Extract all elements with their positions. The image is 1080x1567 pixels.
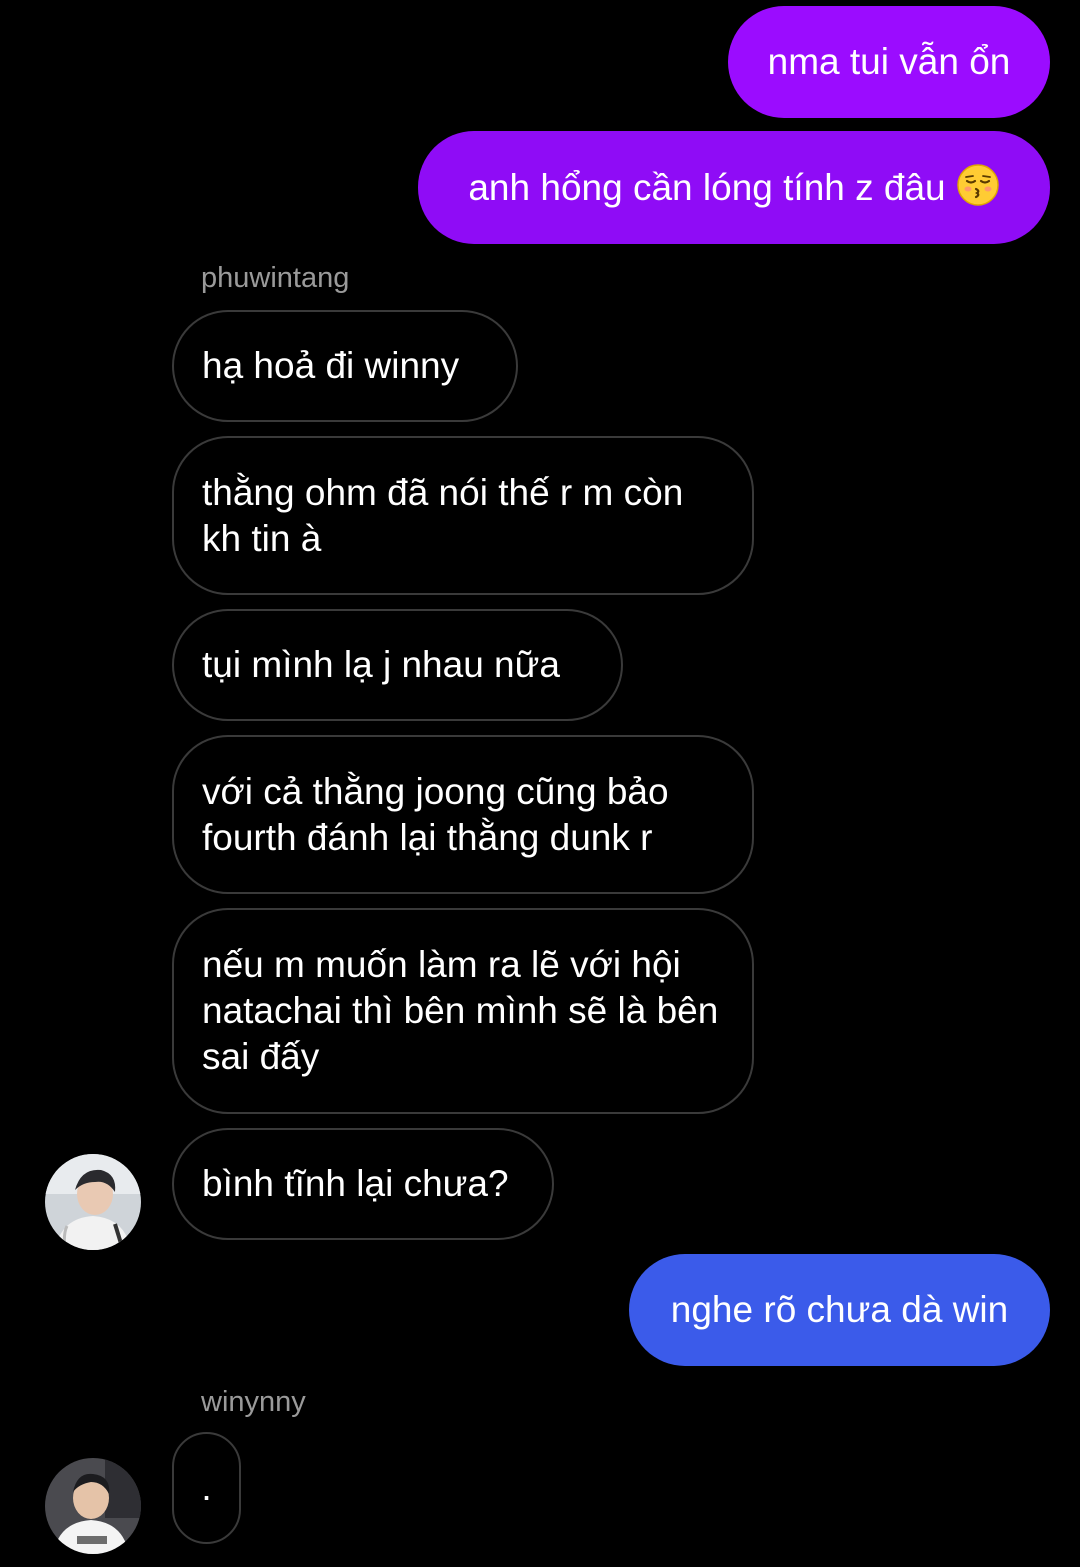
received-message-bubble[interactable]: thằng ohm đã nói thế r m còn kh tin à <box>172 436 754 595</box>
received-message-bubble[interactable]: tụi mình lạ j nhau nữa <box>172 609 623 721</box>
message-text: hạ hoả đi winny <box>202 345 460 386</box>
message-text: với cả thằng joong cũng bảo fourth đánh … <box>202 770 669 858</box>
received-message-bubble[interactable]: nếu m muốn làm ra lẽ với hội natachai th… <box>172 908 754 1114</box>
sent-message-bubble[interactable]: nma tui vẫn ổn <box>728 6 1050 118</box>
avatar[interactable] <box>45 1458 141 1554</box>
message-text: anh hổng cần lóng tính z đâu <box>468 166 946 208</box>
sender-name-label: phuwintang <box>201 262 350 294</box>
sent-message-bubble[interactable]: nghe rõ chưa dà win <box>629 1254 1050 1366</box>
received-message-bubble[interactable]: bình tĩnh lại chưa? <box>172 1128 554 1240</box>
message-text: tụi mình lạ j nhau nữa <box>202 644 560 685</box>
kissing-face-with-closed-eyes-icon <box>956 163 1000 207</box>
sent-message-bubble[interactable]: anh hổng cần lóng tính z đâu <box>418 131 1050 244</box>
message-text: nma tui vẫn ổn <box>767 41 1011 82</box>
received-message-bubble[interactable]: với cả thằng joong cũng bảo fourth đánh … <box>172 735 754 894</box>
received-message-bubble[interactable]: . <box>172 1432 241 1544</box>
received-message-bubble[interactable]: hạ hoả đi winny <box>172 310 518 422</box>
message-text: thằng ohm đã nói thế r m còn kh tin à <box>202 471 684 559</box>
message-text: nếu m muốn làm ra lẽ với hội natachai th… <box>202 944 719 1077</box>
message-text: nghe rõ chưa dà win <box>670 1289 1009 1330</box>
message-text: bình tĩnh lại chưa? <box>202 1163 509 1204</box>
avatar[interactable] <box>45 1154 141 1250</box>
message-text: . <box>201 1467 212 1508</box>
sender-name-label: winynny <box>201 1386 306 1418</box>
